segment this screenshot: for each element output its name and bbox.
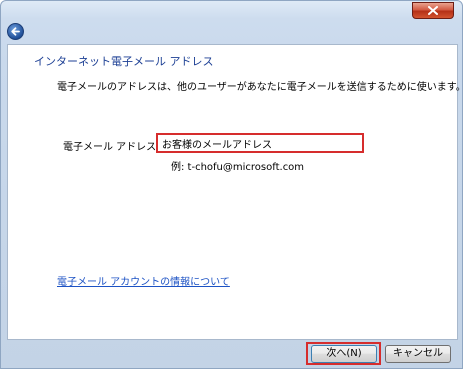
next-button[interactable]: 次へ(N) [311,345,377,363]
account-info-link[interactable]: 電子メール アカウントの情報について [57,273,230,288]
back-arrow-icon [11,27,20,36]
content-panel: インターネット電子メール アドレス 電子メールのアドレスは、他のユーザーがあなた… [7,44,465,340]
email-address-input[interactable] [156,133,364,153]
close-button[interactable] [412,2,454,19]
wizard-window: インターネット電子メール アドレス 電子メールのアドレスは、他のユーザーがあなた… [0,0,465,369]
close-icon [428,6,438,15]
description-text: 電子メールのアドレスは、他のユーザーがあなたに電子メールを送信するために使います… [57,82,465,93]
title-bar [1,1,462,21]
cancel-button[interactable]: キャンセル [385,345,451,363]
email-example-text: 例: t-chofu@microsoft.com [171,162,305,173]
back-button[interactable] [7,23,24,40]
page-heading: インターネット電子メール アドレス [34,55,214,68]
